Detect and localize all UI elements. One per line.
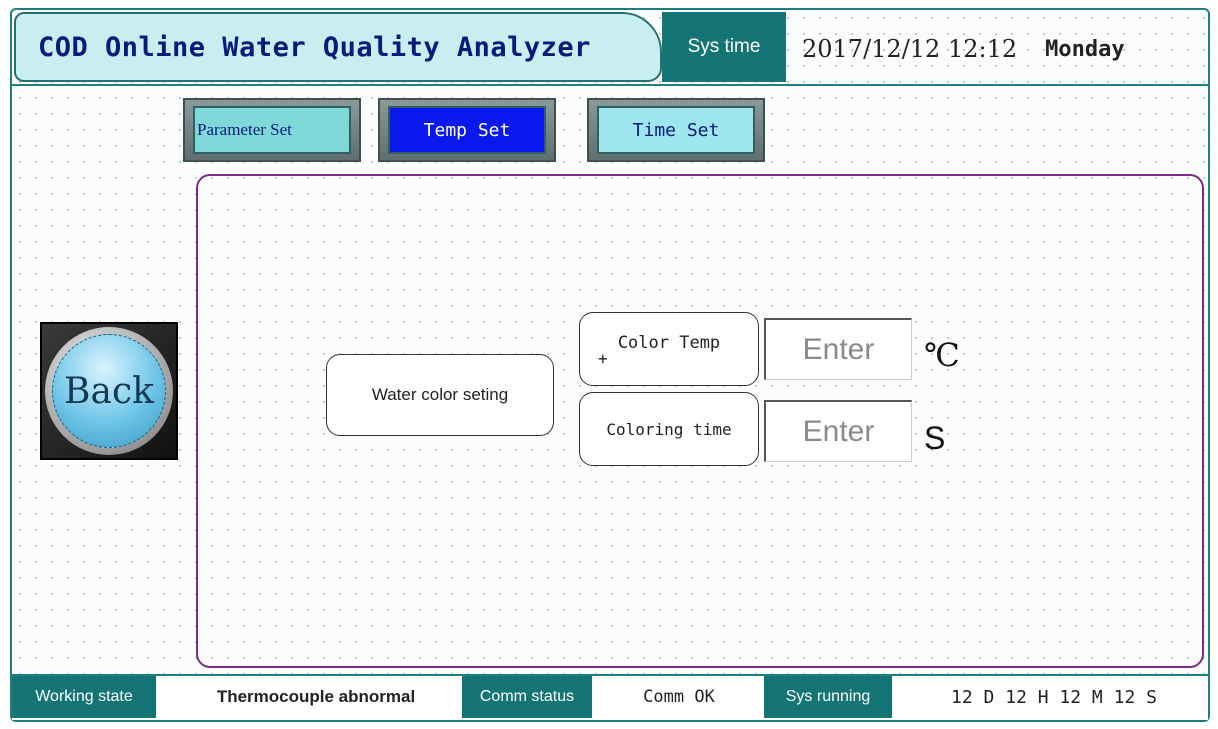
page-title: COD Online Water Quality Analyzer [38, 31, 591, 63]
sys-time-display: 2017/12/12 12:12 Monday [802, 24, 1212, 74]
color-temp-label-box: Color Temp + [579, 312, 759, 386]
tab-time-set[interactable]: Time Set [587, 98, 765, 162]
seconds-unit: S [924, 420, 946, 456]
water-color-setting-label: Water color seting [326, 354, 554, 436]
plus-symbol: + [598, 349, 608, 368]
color-temp-input[interactable]: Enter [764, 318, 912, 380]
sys-running-value: 12 D 12 H 12 M 12 S [951, 686, 1157, 708]
tab-temp-set-label: Temp Set [388, 106, 546, 154]
header-bar: COD Online Water Quality Analyzer Sys ti… [12, 10, 1208, 88]
title-banner: COD Online Water Quality Analyzer [14, 12, 662, 82]
working-state-value: Thermocouple abnormal [216, 687, 416, 706]
tab-parameter-set[interactable]: Parameter Set [183, 98, 361, 162]
color-temp-label: Color Temp [617, 333, 721, 353]
back-button[interactable]: Back [40, 322, 178, 460]
weekday-value: Monday [1045, 36, 1125, 62]
back-button-label: Back [52, 334, 166, 448]
status-bar: Working state Thermocouple abnormal Comm… [12, 674, 1208, 720]
comm-status-label: Comm status [462, 676, 592, 718]
tab-temp-set[interactable]: Temp Set [378, 98, 556, 162]
sys-time-label: Sys time [662, 12, 786, 82]
working-state-label: Working state [12, 676, 156, 718]
sys-running-label: Sys running [764, 676, 892, 718]
celsius-unit: ℃ [924, 336, 960, 374]
coloring-time-label: Coloring time [579, 392, 759, 466]
tab-time-set-label: Time Set [597, 106, 755, 154]
header-divider [12, 84, 1208, 86]
tab-parameter-set-label: Parameter Set [193, 106, 351, 154]
comm-status-value: Comm OK [643, 687, 715, 707]
back-button-ring: Back [45, 327, 173, 455]
date-time-value: 2017/12/12 12:12 [802, 35, 1018, 63]
coloring-time-input[interactable]: Enter [764, 400, 912, 462]
hmi-screen: COD Online Water Quality Analyzer Sys ti… [10, 8, 1210, 722]
